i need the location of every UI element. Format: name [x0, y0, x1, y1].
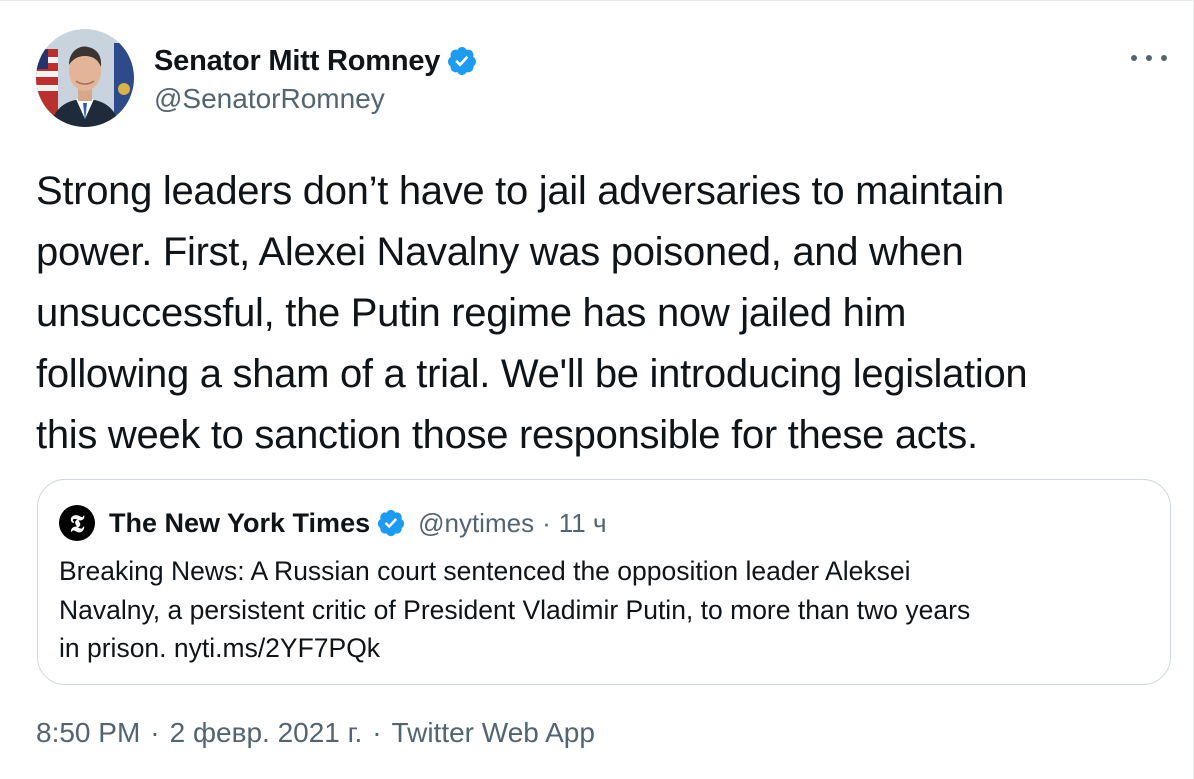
name-row: Senator Mitt Romney: [154, 41, 478, 81]
quoted-tweet-text: Breaking News: A Russian court sentenced…: [59, 552, 1149, 668]
author-names: Senator Mitt Romney @SenatorRomney: [154, 41, 478, 115]
quoted-text-line-3: in prison.: [59, 633, 174, 663]
more-dot: [1161, 55, 1167, 61]
meta-separator: ·: [372, 717, 382, 748]
author-avatar[interactable]: [36, 29, 134, 127]
more-options-icon[interactable]: [1131, 47, 1167, 69]
more-dot: [1146, 55, 1152, 61]
quoted-handle: @nytimes: [418, 507, 535, 538]
meta-separator: ·: [150, 717, 160, 748]
author-handle[interactable]: @SenatorRomney: [154, 83, 478, 115]
quoted-tweet[interactable]: 𝕿 The New York Times @nytimes · 11 ч Bre…: [37, 479, 1171, 685]
nyt-logo-icon: 𝕿: [59, 505, 95, 541]
author-avatar-image: [36, 29, 134, 127]
tweet-text: Strong leaders don’t have to jail advers…: [36, 169, 1028, 457]
nyt-logo-glyph: 𝕿: [69, 508, 85, 538]
tweet-meta: 8:50 PM · 2 февр. 2021 г. · Twitter Web …: [36, 717, 595, 749]
quoted-timestamp: 11 ч: [558, 507, 607, 538]
quoted-tweet-header: 𝕿 The New York Times @nytimes · 11 ч: [59, 504, 607, 542]
verified-badge-icon: [377, 509, 405, 537]
quoted-text-line-1: Breaking News: A Russian court sentenced…: [59, 556, 911, 586]
tweet-time[interactable]: 8:50 PM: [36, 717, 140, 749]
tweet-date[interactable]: 2 февр. 2021 г.: [170, 717, 363, 749]
tweet-header: Senator Mitt Romney @SenatorRomney: [36, 29, 478, 127]
tweet-source-link[interactable]: Twitter Web App: [392, 717, 595, 749]
quoted-display-name: The New York Times: [109, 507, 371, 538]
quoted-separator: ·: [542, 507, 551, 538]
quoted-text-line-2: Navalny, a persistent critic of Presiden…: [59, 594, 971, 625]
author-display-name[interactable]: Senator Mitt Romney: [154, 45, 440, 78]
more-dot: [1131, 55, 1137, 61]
verified-badge-icon: [448, 47, 477, 75]
tweet-card: Senator Mitt Romney @SenatorRomney Stron…: [0, 0, 1194, 779]
quoted-link[interactable]: nyti.ms/2YF7PQk: [174, 633, 380, 663]
